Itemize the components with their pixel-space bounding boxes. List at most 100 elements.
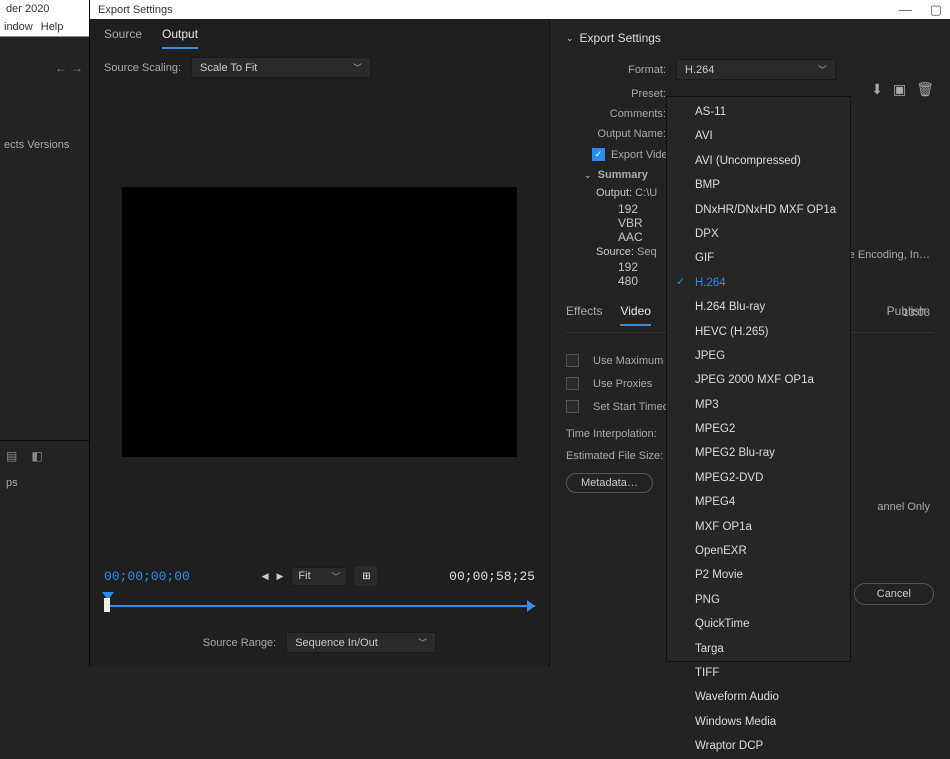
format-option[interactable]: Windows Media <box>667 710 850 734</box>
unknown-icon-1[interactable]: ▤ <box>6 449 17 463</box>
cancel-button[interactable]: Cancel <box>854 583 934 605</box>
export-video-checkbox[interactable]: ✓ <box>592 148 605 161</box>
estimated-size-label: Estimated File Size: <box>566 450 663 462</box>
format-option[interactable]: Targa <box>667 637 850 661</box>
summary-output-label: Output: <box>596 187 632 199</box>
mark-out-icon[interactable]: ▶ <box>277 571 284 582</box>
timeline-slider[interactable] <box>104 598 535 614</box>
fit-value: Fit <box>298 570 310 582</box>
format-option[interactable]: BMP <box>667 173 850 197</box>
import-preset-icon[interactable]: ⬇ <box>871 81 883 98</box>
menu-window[interactable]: indow <box>4 21 33 34</box>
chevron-down-icon: ﹀ <box>353 61 362 74</box>
start-timecode-checkbox[interactable] <box>566 400 579 413</box>
tab-output[interactable]: Output <box>162 27 198 49</box>
alpha-hint: annel Only <box>877 501 930 513</box>
source-scaling-label: Source Scaling: <box>104 62 181 74</box>
format-option[interactable]: OpenEXR <box>667 539 850 563</box>
nav-arrows[interactable]: ← → <box>0 37 89 99</box>
caret-down-icon: ⌄ <box>566 33 574 44</box>
format-option[interactable]: MPEG2 Blu-ray <box>667 441 850 465</box>
delete-preset-icon[interactable]: 🗑 <box>916 81 934 98</box>
format-option[interactable]: JPEG 2000 MXF OP1a <box>667 368 850 392</box>
source-scaling-dropdown[interactable]: Scale To Fit ﹀ <box>191 57 371 78</box>
format-dropdown-menu[interactable]: AS-11AVIAVI (Uncompressed)BMPDNxHR/DNxHD… <box>666 96 851 662</box>
format-option[interactable]: AVI <box>667 124 850 148</box>
preview-tabs: Source Output <box>90 19 549 49</box>
preset-label: Preset: <box>566 88 676 100</box>
save-preset-icon[interactable]: ▣ <box>893 81 906 98</box>
arrow-right-icon[interactable]: → <box>71 61 83 75</box>
source-range-value: Sequence In/Out <box>295 637 378 649</box>
format-label: Format: <box>566 64 676 76</box>
format-option[interactable]: H.264 <box>667 271 850 295</box>
source-scaling-value: Scale To Fit <box>200 62 257 74</box>
titlebar: Export Settings — ▢ <box>90 0 950 19</box>
timecode-in[interactable]: 00;00;00;00 <box>104 569 190 584</box>
section-title-text: Export Settings <box>580 31 661 45</box>
summary-source-label: Source: <box>596 246 634 258</box>
chevron-down-icon: ﹀ <box>331 570 340 583</box>
host-lower-fragment: ▤ ◧ ps <box>0 440 90 500</box>
summary-title: Summary <box>598 169 648 181</box>
export-settings-section[interactable]: ⌄ Export Settings <box>566 27 934 55</box>
max-render-checkbox[interactable] <box>566 354 579 367</box>
chevron-down-icon: ﹀ <box>818 63 827 76</box>
format-option[interactable]: H.264 Blu-ray <box>667 295 850 319</box>
output-name-label: Output Name: <box>566 128 676 140</box>
chevron-down-icon: ﹀ <box>418 636 427 649</box>
format-option[interactable]: DNxHR/DNxHD MXF OP1a <box>667 198 850 222</box>
slider-line <box>104 605 535 607</box>
versions-label: ects Versions <box>0 99 89 151</box>
tab-publish[interactable]: Publish <box>887 304 926 318</box>
aspect-ratio-button[interactable]: ⊞ <box>355 566 377 586</box>
format-option[interactable]: DPX <box>667 222 850 246</box>
host-app-fragment: der 2020 indow Help ← → ects Versions ▤ … <box>0 0 90 667</box>
export-video-label: Export Video <box>611 149 674 161</box>
in-point-handle[interactable] <box>104 598 110 612</box>
format-option[interactable]: TIFF <box>667 661 850 685</box>
format-option[interactable]: P2 Movie <box>667 563 850 587</box>
arrow-left-icon[interactable]: ← <box>55 61 67 75</box>
tab-effects[interactable]: Effects <box>566 304 602 326</box>
host-app-title: der 2020 <box>0 0 89 19</box>
format-option[interactable]: AS-11 <box>667 100 850 124</box>
preview-panel: Source Output Source Scaling: Scale To F… <box>90 19 550 667</box>
format-option[interactable]: HEVC (H.265) <box>667 320 850 344</box>
format-option[interactable]: Wraptor DCP <box>667 734 850 758</box>
format-option[interactable]: MPEG2 <box>667 417 850 441</box>
unknown-icon-2[interactable]: ◧ <box>31 449 42 463</box>
format-option[interactable]: MXF OP1a <box>667 515 850 539</box>
minimize-button[interactable]: — <box>899 2 912 17</box>
comments-label: Comments: <box>566 108 676 120</box>
caret-down-icon[interactable]: ⌄ <box>584 170 592 181</box>
format-option[interactable]: PNG <box>667 588 850 612</box>
source-range-dropdown[interactable]: Sequence In/Out ﹀ <box>286 632 436 653</box>
format-option[interactable]: GIF <box>667 246 850 270</box>
format-option[interactable]: Waveform Audio <box>667 685 850 709</box>
format-value: H.264 <box>685 64 714 76</box>
source-range-label: Source Range: <box>203 637 276 649</box>
time-interpolation-label: Time Interpolation: <box>566 428 657 440</box>
metadata-button[interactable]: Metadata… <box>566 473 653 493</box>
timecode-out[interactable]: 00;00;58;25 <box>449 569 535 584</box>
format-option[interactable]: MPEG4 <box>667 490 850 514</box>
host-menu[interactable]: indow Help <box>0 19 89 37</box>
summary-output-path: C:\U <box>635 187 657 199</box>
out-point-handle[interactable] <box>527 600 535 612</box>
video-preview <box>122 187 517 457</box>
use-proxies-checkbox[interactable] <box>566 377 579 390</box>
mark-in-icon[interactable]: ◀ <box>262 571 269 582</box>
tab-video[interactable]: Video <box>620 304 650 326</box>
format-option[interactable]: JPEG <box>667 344 850 368</box>
maximize-button[interactable]: ▢ <box>930 2 942 18</box>
tab-source[interactable]: Source <box>104 27 142 49</box>
format-option[interactable]: MP3 <box>667 393 850 417</box>
format-option[interactable]: MPEG2-DVD <box>667 466 850 490</box>
format-dropdown[interactable]: H.264 ﹀ <box>676 59 836 80</box>
fit-dropdown[interactable]: Fit ﹀ <box>291 567 347 586</box>
format-option[interactable]: QuickTime <box>667 612 850 636</box>
use-proxies-label: Use Proxies <box>593 378 652 390</box>
format-option[interactable]: AVI (Uncompressed) <box>667 149 850 173</box>
menu-help[interactable]: Help <box>41 21 64 34</box>
